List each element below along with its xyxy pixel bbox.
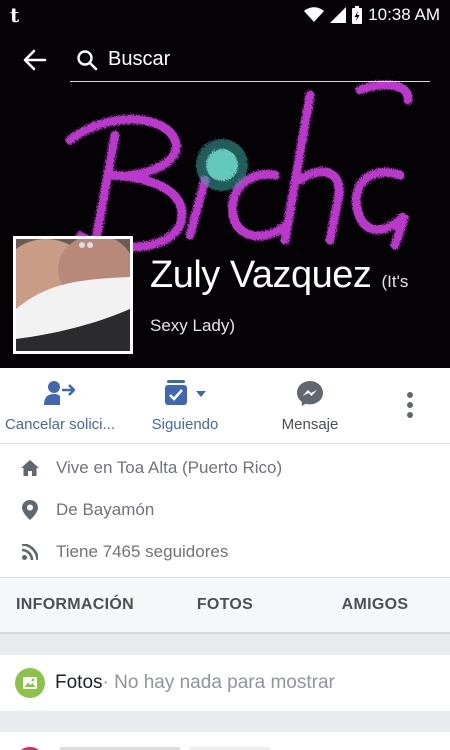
search-icon (77, 49, 98, 70)
hometown-text: De Bayamón (56, 500, 155, 519)
profile-nickname-part1: (It's (381, 272, 409, 291)
back-button[interactable] (0, 38, 70, 82)
tumblr-notification-icon: t (10, 3, 20, 27)
cancel-request-button[interactable]: Cancelar solici... (4, 380, 116, 433)
rss-followers-icon (22, 544, 38, 560)
search-input[interactable]: Buscar (70, 38, 430, 82)
photos-icon (15, 668, 45, 698)
battery-charging-icon (352, 6, 363, 24)
back-arrow-icon (23, 49, 47, 71)
message-label: Mensaje (281, 416, 339, 433)
signal-icon (330, 7, 347, 23)
profile-actions: Cancelar solici... Siguiendo Mensaje (0, 368, 450, 444)
info-row-lives-in: Vive en Toa Alta (Puerto Rico) (0, 448, 450, 488)
tab-photos[interactable]: FOTOS (150, 578, 300, 632)
following-check-icon (165, 380, 206, 405)
search-placeholder: Buscar (108, 48, 171, 70)
profile-photo-image (16, 239, 130, 351)
chevron-down-icon (196, 391, 206, 397)
cover-spray-dot (196, 139, 248, 191)
person-arrow-icon (44, 381, 76, 405)
photos-section[interactable]: Fotos · No hay nada para mostrar (0, 655, 450, 711)
cancel-request-label: Cancelar solici... (4, 416, 116, 433)
tab-friends[interactable]: AMIGOS (300, 578, 450, 632)
profile-picture[interactable] (13, 236, 133, 354)
status-time: 10:38 AM (368, 5, 440, 24)
info-row-hometown: De Bayamón (0, 490, 450, 530)
next-section-partial (0, 732, 450, 750)
followers-text: Tiene 7465 seguidores (56, 542, 229, 561)
following-button[interactable]: Siguiendo (140, 380, 230, 433)
photos-empty-text: · No hay nada para mostrar (102, 672, 335, 693)
status-bar: t 10:38 AM (0, 0, 450, 30)
info-row-followers: Tiene 7465 seguidores (0, 532, 450, 572)
following-label: Siguiendo (151, 416, 219, 433)
profile-nickname-part2: Sexy Lady) (150, 316, 236, 335)
profile-tabs: INFORMACIÓN FOTOS AMIGOS (0, 578, 450, 634)
photos-section-title: Fotos (55, 672, 103, 693)
tab-information[interactable]: INFORMACIÓN (0, 578, 150, 632)
profile-name-text: Zuly Vazquez (150, 254, 372, 296)
next-section-icon (21, 747, 270, 750)
top-bar: Buscar (0, 38, 450, 82)
lives-in-text: Vive en Toa Alta (Puerto Rico) (56, 458, 283, 477)
wifi-icon (304, 7, 325, 22)
profile-info-section: Vive en Toa Alta (Puerto Rico) De Bayamó… (0, 444, 450, 578)
location-pin-icon (22, 500, 38, 520)
messenger-icon (297, 381, 323, 406)
profile-name: Zuly Vazquez (It's (150, 254, 408, 297)
more-vertical-icon (407, 392, 413, 418)
message-button[interactable]: Mensaje (270, 380, 350, 433)
home-icon (21, 460, 39, 476)
more-options-button[interactable] (396, 392, 424, 422)
